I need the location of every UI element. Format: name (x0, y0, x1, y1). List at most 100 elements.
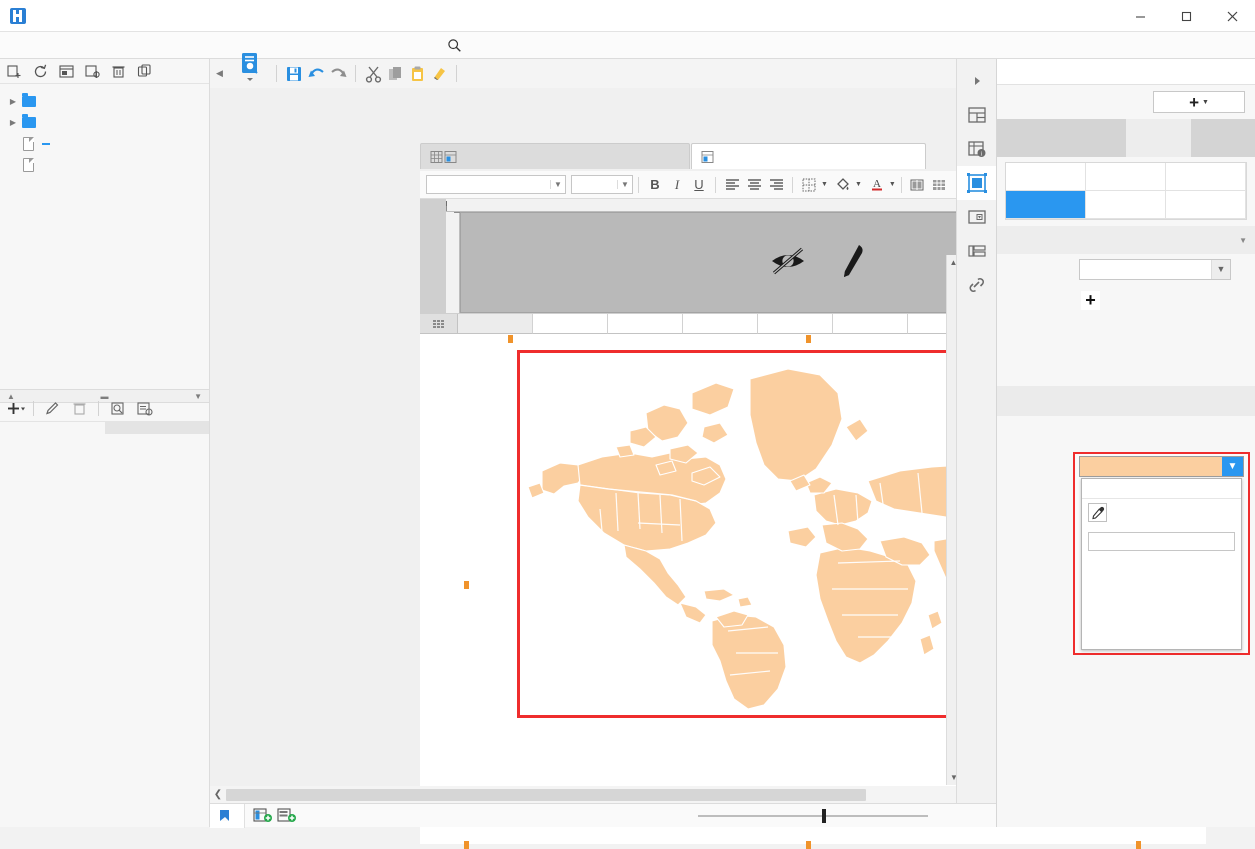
minimize-button[interactable] (1117, 0, 1163, 32)
widget-settings-icon[interactable] (957, 200, 997, 234)
template-preview-icon[interactable] (230, 48, 270, 100)
null-color-swatch[interactable]: ▼ (1079, 456, 1244, 477)
color-picker-popup[interactable] (1081, 478, 1242, 650)
italic-button[interactable]: I (666, 174, 688, 195)
chevron-right-icon[interactable]: ▶ (6, 118, 20, 127)
menu-cell[interactable] (84, 32, 112, 59)
preview-icon[interactable] (58, 63, 75, 80)
chevron-down-icon[interactable]: ▼ (821, 181, 828, 188)
transparent-option[interactable] (1082, 479, 1241, 499)
table-style-icon[interactable] (929, 174, 951, 195)
add-floating-element-button[interactable]: + ▼ (1153, 91, 1245, 113)
tab-type[interactable] (997, 119, 1062, 157)
tab-workbook2[interactable] (691, 143, 926, 169)
chevron-down-icon[interactable]: ▼ (889, 181, 896, 188)
align-right-icon[interactable] (765, 174, 787, 195)
save-icon[interactable] (283, 63, 305, 85)
color-scheme-select[interactable]: ▼ (1079, 259, 1231, 280)
pencil-edit-icon[interactable] (837, 243, 869, 282)
dataset-tab-server[interactable] (105, 422, 209, 434)
menu-server[interactable] (112, 32, 140, 59)
expand-arrow-icon[interactable] (957, 64, 997, 98)
format-painter-icon[interactable] (428, 63, 450, 85)
menu-insert[interactable] (56, 32, 84, 59)
form-settings-icon[interactable] (957, 234, 997, 268)
log-alert-area[interactable] (440, 32, 462, 59)
hyperlink-icon[interactable] (957, 268, 997, 302)
edit-icon[interactable] (44, 400, 61, 417)
copy-icon[interactable] (384, 63, 406, 85)
palette-add-button[interactable]: + (1081, 291, 1100, 310)
align-left-icon[interactable] (721, 174, 743, 195)
section-border[interactable] (997, 386, 1255, 416)
more-colors-button[interactable] (1088, 532, 1235, 551)
undo-icon[interactable] (305, 63, 327, 85)
maximize-button[interactable] (1163, 0, 1209, 32)
floating-element-icon[interactable] (957, 166, 997, 200)
tab-style[interactable] (1126, 119, 1191, 157)
subtab-tooltip[interactable] (1166, 191, 1246, 219)
chevron-right-icon[interactable]: ▶ (6, 97, 20, 106)
new-template-icon[interactable] (6, 63, 23, 80)
cell-attribute-icon[interactable] (957, 98, 997, 132)
collapse-left-icon[interactable]: ◀ (214, 68, 225, 79)
column-header-c[interactable] (608, 314, 683, 334)
tree-item-doc-en[interactable]: ▶ (0, 112, 209, 133)
column-header-e[interactable] (758, 314, 833, 334)
delete-icon[interactable] (71, 400, 88, 417)
add-report-sheet-icon[interactable] (253, 807, 273, 825)
zoom-slider-thumb[interactable] (822, 809, 826, 823)
merge-cells-icon[interactable] (907, 174, 929, 195)
font-size-select[interactable]: ▼ (571, 175, 633, 194)
chevron-down-icon[interactable]: ▼ (1239, 236, 1247, 245)
paste-icon[interactable] (406, 63, 428, 85)
add-form-sheet-icon[interactable] (277, 807, 297, 825)
sheet-tab-sheet1[interactable] (210, 804, 245, 828)
borders-icon[interactable] (798, 174, 820, 195)
hidden-eye-icon[interactable] (767, 244, 809, 281)
menu-template[interactable] (28, 32, 56, 59)
cell-element-icon[interactable]: i (957, 132, 997, 166)
search-dataset-icon[interactable] (136, 400, 153, 417)
chevron-down-icon[interactable]: ▼ (1222, 457, 1243, 476)
underline-button[interactable]: U (688, 174, 710, 195)
zoom-slider[interactable] (698, 815, 928, 817)
column-header-b[interactable] (533, 314, 608, 334)
tab-special-effect[interactable] (1191, 119, 1255, 157)
horizontal-scrollbar[interactable]: ❮ ❯ (210, 786, 982, 803)
chevron-down-icon[interactable]: ▼ (1202, 99, 1209, 106)
close-button[interactable] (1209, 0, 1255, 32)
tree-item-gettingstarted[interactable] (0, 154, 209, 175)
scroll-left-icon[interactable]: ❮ (210, 789, 226, 800)
delete-icon[interactable] (110, 63, 127, 80)
column-header-d[interactable] (683, 314, 758, 334)
select-all-corner[interactable] (420, 314, 458, 334)
subtab-label[interactable] (1166, 163, 1246, 191)
preview-dataset-icon[interactable] (109, 400, 126, 417)
chevron-down-icon[interactable]: ▼ (855, 181, 862, 188)
subtab-title[interactable] (1006, 163, 1086, 191)
fill-color-icon[interactable] (832, 174, 854, 195)
font-family-select[interactable]: ▼ (426, 175, 566, 194)
tree-item-demo[interactable]: ▶ (0, 91, 209, 112)
hscroll-track[interactable] (226, 789, 966, 801)
subtab-series[interactable] (1006, 191, 1086, 219)
chevron-down-icon[interactable]: ▼ (1211, 260, 1230, 279)
chevron-down-icon[interactable]: ▼ (617, 180, 632, 189)
column-header-f[interactable] (833, 314, 908, 334)
refresh-icon[interactable] (32, 63, 49, 80)
align-center-icon[interactable] (743, 174, 765, 195)
chevron-down-icon[interactable]: ▼ (550, 180, 565, 189)
redo-icon[interactable] (327, 63, 349, 85)
copy-icon[interactable] (136, 63, 153, 80)
subtab-legend[interactable] (1086, 163, 1166, 191)
bold-button[interactable]: B (644, 174, 666, 195)
tree-item-chartstyle[interactable] (0, 133, 209, 154)
cut-icon[interactable] (362, 63, 384, 85)
menu-help[interactable] (140, 32, 168, 59)
tab-chartstyle[interactable] (420, 143, 690, 169)
menu-file[interactable] (0, 32, 28, 59)
eyedropper-icon[interactable] (1088, 503, 1107, 522)
hscroll-thumb[interactable] (226, 789, 866, 801)
section-color[interactable]: ▼ (997, 226, 1255, 254)
